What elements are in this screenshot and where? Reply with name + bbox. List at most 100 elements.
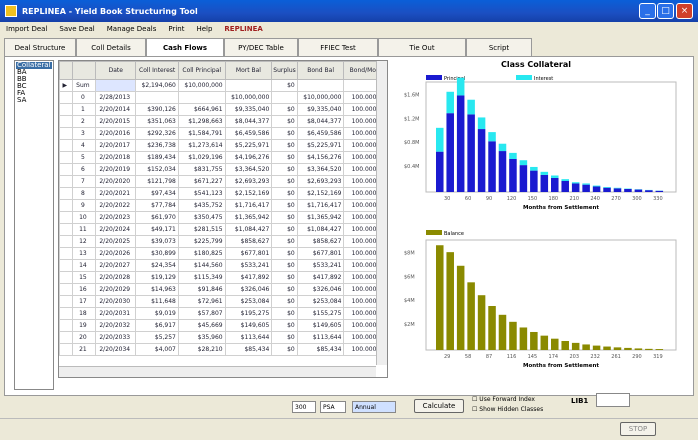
table-cell[interactable] bbox=[271, 91, 298, 104]
table-cell[interactable]: $0 bbox=[271, 139, 298, 152]
table-cell[interactable]: $351,063 bbox=[135, 115, 179, 128]
tab-ffiec-test[interactable]: FFIEC Test bbox=[298, 38, 378, 56]
table-cell[interactable]: $0 bbox=[271, 199, 298, 212]
table-cell[interactable]: $225,799 bbox=[177, 235, 226, 248]
table-cell[interactable]: $1,365,942 bbox=[224, 211, 273, 224]
table-cell[interactable]: $24,354 bbox=[135, 259, 179, 272]
table-cell[interactable]: $4,196,276 bbox=[224, 151, 273, 164]
table-cell[interactable]: $390,126 bbox=[135, 103, 179, 116]
table-cell[interactable]: 11 bbox=[71, 223, 97, 236]
table-row[interactable]: 13 2/20/2026 $30,899 $180,825 $677,801 $0 $677… bbox=[59, 247, 387, 260]
use-forward-index-checkbox[interactable]: ☐ Use Forward Index bbox=[472, 396, 535, 403]
tab-script[interactable]: Script bbox=[466, 38, 532, 56]
table-cell[interactable]: 2/20/2027 bbox=[95, 259, 137, 272]
table-cell[interactable]: $236,738 bbox=[135, 139, 179, 152]
table-cell[interactable]: 2/20/2023 bbox=[95, 211, 137, 224]
table-cell[interactable]: $57,807 bbox=[177, 307, 226, 320]
table-cell[interactable]: $417,892 bbox=[296, 271, 345, 284]
table-cell[interactable]: 18 bbox=[71, 307, 97, 320]
table-cell[interactable]: $8,044,377 bbox=[224, 115, 273, 128]
table-cell[interactable]: 14 bbox=[71, 259, 97, 272]
table-cell[interactable]: 2/20/2025 bbox=[95, 235, 137, 248]
table-cell[interactable]: $2,152,169 bbox=[296, 187, 345, 200]
table-cell[interactable]: $0 bbox=[271, 247, 298, 260]
tab-py-dec-table[interactable]: PY/DEC Table bbox=[224, 38, 298, 56]
table-row[interactable]: 21 2/20/2034 $4,007 $28,210 $85,434 $0 $85,434… bbox=[59, 343, 387, 356]
table-row[interactable]: 5 2/20/2018 $189,434 $1,029,196 $4,196,276 $0… bbox=[59, 151, 387, 164]
table-cell[interactable]: $91,846 bbox=[177, 283, 226, 296]
table-cell[interactable]: $6,459,586 bbox=[296, 127, 345, 140]
table-cell[interactable]: $10,000,000 bbox=[177, 79, 226, 92]
table-cell[interactable]: $9,335,040 bbox=[296, 103, 345, 116]
table-cell[interactable]: $113,644 bbox=[296, 331, 345, 344]
table-row[interactable]: 0 2/28/2013 $10,000,000 $10,000,000 100.000 … bbox=[59, 91, 387, 104]
table-cell[interactable]: $0 bbox=[271, 283, 298, 296]
table-cell[interactable]: 16 bbox=[71, 283, 97, 296]
table-cell[interactable]: $0 bbox=[271, 307, 298, 320]
table-cell[interactable]: $0 bbox=[271, 343, 298, 356]
table-cell[interactable]: 2/20/2022 bbox=[95, 199, 137, 212]
table-cell[interactable]: $0 bbox=[271, 235, 298, 248]
table-row[interactable]: ▶ Sum $2,194,060 $10,000,000 $0 bbox=[59, 79, 387, 92]
table-cell[interactable]: $0 bbox=[271, 79, 298, 92]
table-row[interactable]: 7 2/20/2020 $121,798 $671,227 $2,693,293 $0 $2… bbox=[59, 175, 387, 188]
class-item[interactable]: SA bbox=[16, 97, 52, 104]
table-cell[interactable]: $144,560 bbox=[177, 259, 226, 272]
table-cell[interactable]: $0 bbox=[271, 175, 298, 188]
table-row[interactable]: 1 2/20/2014 $390,126 $664,961 $9,335,040 $0 $9… bbox=[59, 103, 387, 116]
libor-input[interactable] bbox=[596, 393, 630, 407]
table-cell[interactable]: $3,364,520 bbox=[224, 163, 273, 176]
table-cell[interactable]: $677,801 bbox=[224, 247, 273, 260]
table-cell[interactable]: $4,156,276 bbox=[296, 151, 345, 164]
table-cell[interactable]: $19,129 bbox=[135, 271, 179, 284]
table-cell[interactable]: $0 bbox=[271, 151, 298, 164]
table-cell[interactable]: $2,693,293 bbox=[296, 175, 345, 188]
table-cell[interactable] bbox=[224, 79, 273, 92]
table-cell[interactable]: 2/20/2016 bbox=[95, 127, 137, 140]
table-cell[interactable]: 4 bbox=[71, 139, 97, 152]
table-row[interactable]: 2 2/20/2015 $351,063 $1,298,663 $8,044,377 $0… bbox=[59, 115, 387, 128]
table-row[interactable]: 15 2/20/2028 $19,129 $115,349 $417,892 $0 $417… bbox=[59, 271, 387, 284]
maximize-button[interactable]: □ bbox=[657, 3, 674, 19]
table-cell[interactable]: $2,693,293 bbox=[224, 175, 273, 188]
table-cell[interactable] bbox=[296, 79, 345, 92]
table-cell[interactable]: 21 bbox=[71, 343, 97, 356]
table-cell[interactable]: $541,123 bbox=[177, 187, 226, 200]
tab-coll-details[interactable]: Coll Details bbox=[76, 38, 146, 56]
table-cell[interactable]: 2/20/2033 bbox=[95, 331, 137, 344]
table-cell[interactable]: $97,434 bbox=[135, 187, 179, 200]
table-cell[interactable]: $180,825 bbox=[177, 247, 226, 260]
table-cell[interactable]: 3 bbox=[71, 127, 97, 140]
table-cell[interactable]: $39,073 bbox=[135, 235, 179, 248]
table-cell[interactable]: $831,755 bbox=[177, 163, 226, 176]
table-cell[interactable]: $281,515 bbox=[177, 223, 226, 236]
table-cell[interactable]: $0 bbox=[271, 211, 298, 224]
table-cell[interactable]: $195,275 bbox=[224, 307, 273, 320]
table-row[interactable]: 12 2/20/2025 $39,073 $225,799 $858,627 $0 $858… bbox=[59, 235, 387, 248]
table-cell[interactable]: $2,194,060 bbox=[135, 79, 179, 92]
table-cell[interactable]: $1,298,663 bbox=[177, 115, 226, 128]
table-cell[interactable]: Sum bbox=[71, 79, 97, 92]
table-cell[interactable]: $10,000,000 bbox=[296, 91, 345, 104]
table-cell[interactable]: $9,019 bbox=[135, 307, 179, 320]
table-cell[interactable]: $0 bbox=[271, 115, 298, 128]
table-cell[interactable]: 20 bbox=[71, 331, 97, 344]
table-cell[interactable]: $11,648 bbox=[135, 295, 179, 308]
table-cell[interactable]: $1,084,427 bbox=[224, 223, 273, 236]
table-row[interactable]: 11 2/20/2024 $49,171 $281,515 $1,084,427 $0 $1… bbox=[59, 223, 387, 236]
tab-tie-out[interactable]: Tie Out bbox=[378, 38, 466, 56]
table-cell[interactable]: 2/20/2024 bbox=[95, 223, 137, 236]
table-cell[interactable]: $85,434 bbox=[296, 343, 345, 356]
table-cell[interactable]: 17 bbox=[71, 295, 97, 308]
table-cell[interactable]: $1,716,417 bbox=[296, 199, 345, 212]
table-cell[interactable]: 19 bbox=[71, 319, 97, 332]
close-button[interactable]: × bbox=[676, 3, 693, 19]
table-cell[interactable]: 2/20/2021 bbox=[95, 187, 137, 200]
minimize-button[interactable]: _ bbox=[639, 3, 656, 19]
table-cell[interactable]: $0 bbox=[271, 187, 298, 200]
table-row[interactable]: 9 2/20/2022 $77,784 $435,752 $1,716,417 $0 $1,… bbox=[59, 199, 387, 212]
table-cell[interactable]: 2/20/2031 bbox=[95, 307, 137, 320]
table-cell[interactable]: $1,273,614 bbox=[177, 139, 226, 152]
table-cell[interactable]: 8 bbox=[71, 187, 97, 200]
speed-input[interactable]: 300 bbox=[292, 401, 316, 413]
